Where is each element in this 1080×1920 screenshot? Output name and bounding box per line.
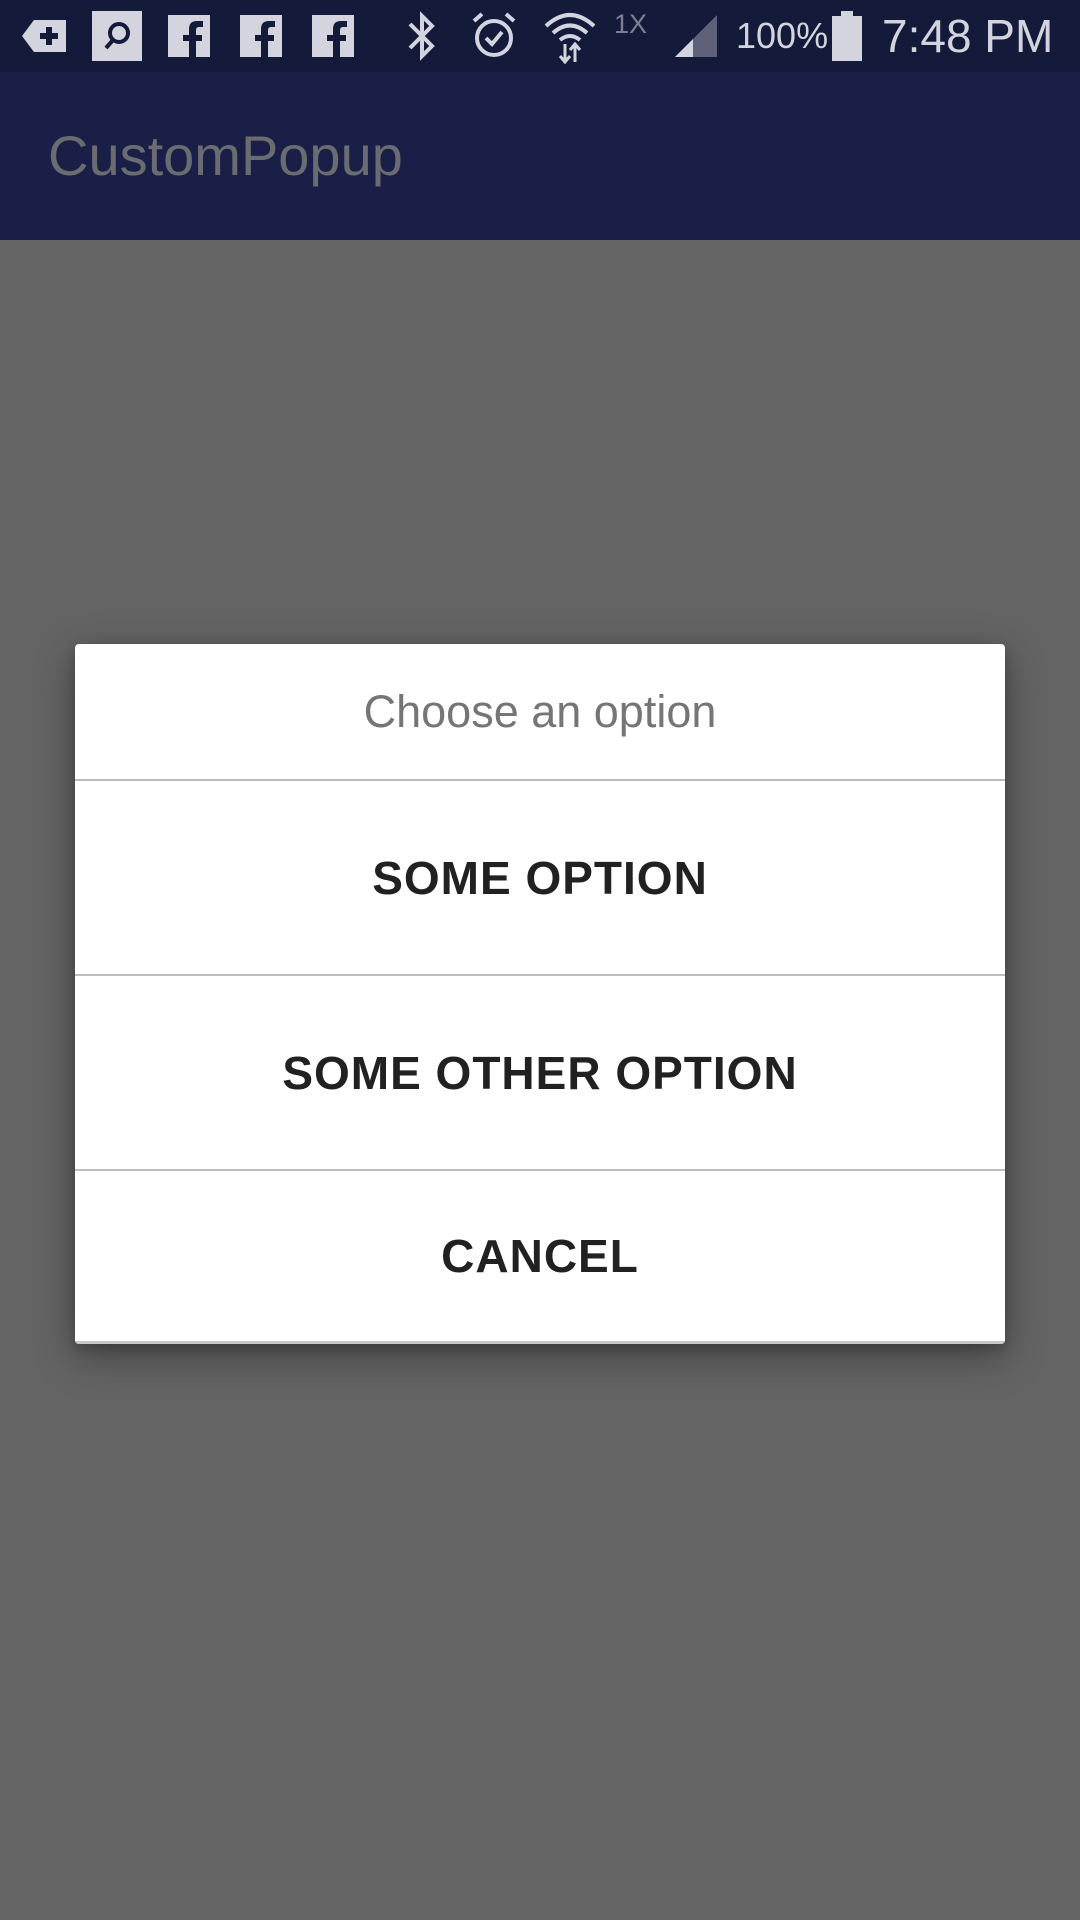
- some-other-option-button[interactable]: SOME OTHER OPTION: [75, 976, 1005, 1171]
- facebook-icon: [168, 0, 210, 72]
- dialog-title: Choose an option: [75, 644, 1005, 781]
- signal-icon: [670, 0, 720, 72]
- facebook-icon: [312, 0, 354, 72]
- search-box-icon: [92, 0, 142, 72]
- status-bar: 1X 100% 7:48 PM: [0, 0, 1080, 72]
- battery-percent: 100%: [736, 15, 829, 56]
- add-box-icon: [18, 0, 72, 72]
- bluetooth-icon: [402, 0, 442, 72]
- wifi-icon: [542, 0, 598, 72]
- app-title: CustomPopup: [48, 124, 403, 187]
- battery-icon: [830, 0, 864, 72]
- some-option-button[interactable]: SOME OPTION: [75, 781, 1005, 976]
- network-type-label: 1X: [614, 9, 648, 39]
- app-bar: CustomPopup: [0, 72, 1080, 240]
- facebook-icon: [240, 0, 282, 72]
- option-dialog: Choose an option SOME OPTION SOME OTHER …: [75, 644, 1005, 1344]
- status-time: 7:48 PM: [882, 10, 1054, 62]
- alarm-icon: [468, 0, 520, 72]
- cancel-button[interactable]: CANCEL: [75, 1171, 1005, 1344]
